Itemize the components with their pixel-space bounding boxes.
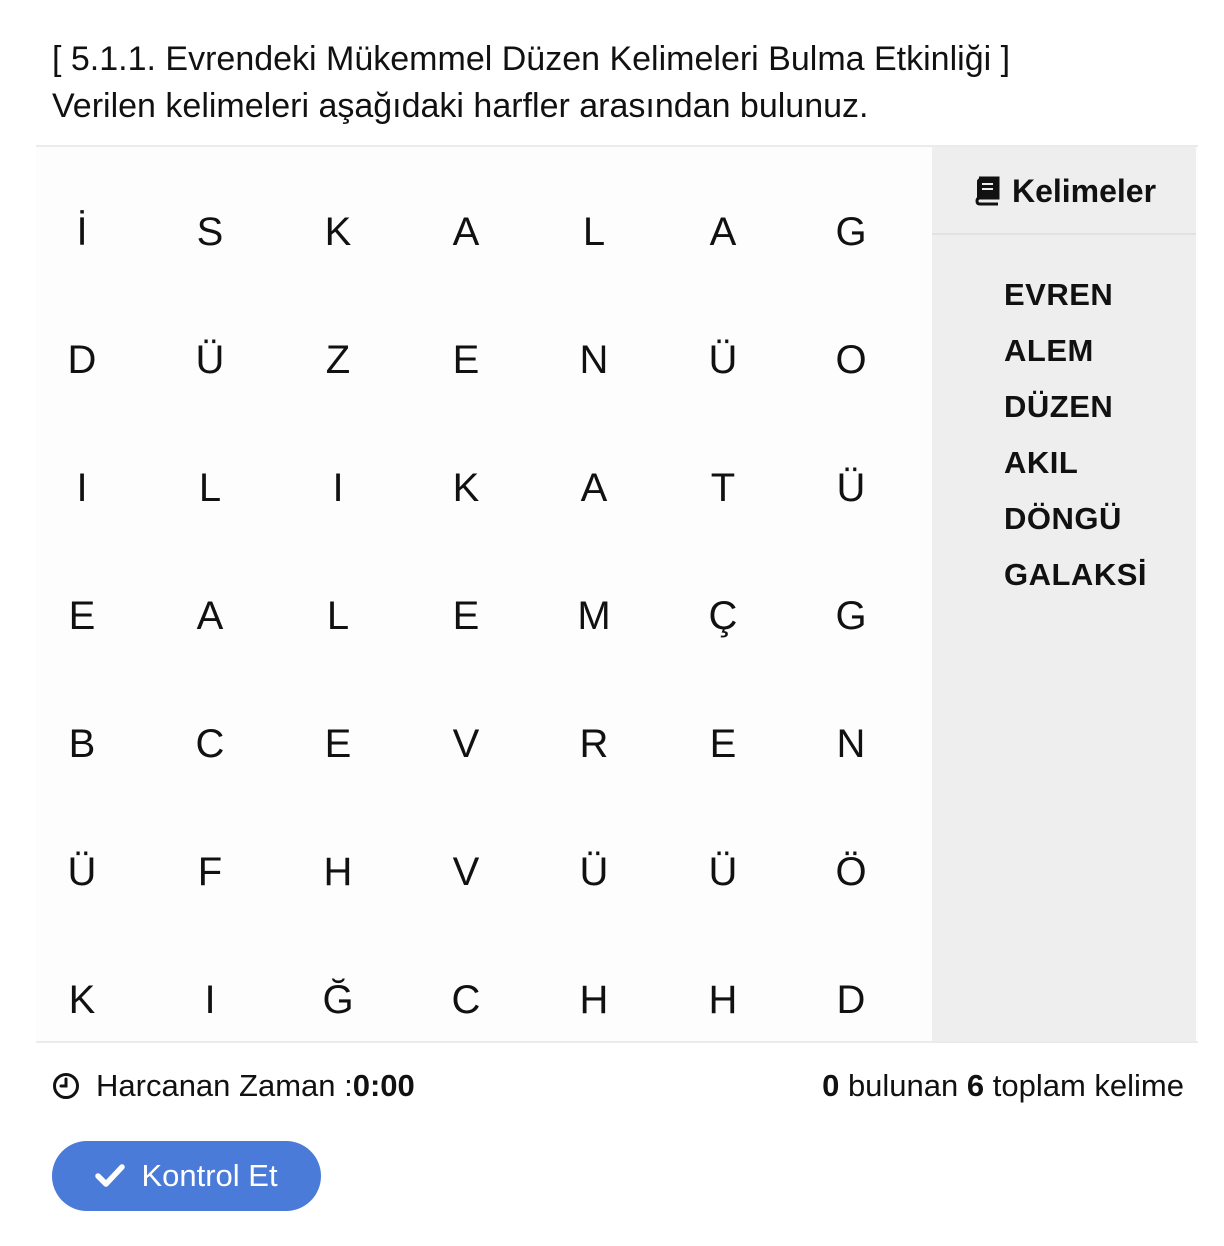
grid-cell[interactable]: A <box>426 192 506 272</box>
grid-cell[interactable]: M <box>554 576 634 656</box>
word-list: EVREN ALEM DÜZEN AKIL DÖNGÜ GALAKSİ <box>1004 267 1147 603</box>
grid-cell[interactable]: S <box>170 192 250 272</box>
grid-cell[interactable]: L <box>554 192 634 272</box>
grid-cell[interactable]: I <box>170 960 250 1040</box>
grid-cell[interactable]: G <box>811 576 891 656</box>
word-list-panel: Kelimeler EVREN ALEM DÜZEN AKIL DÖNGÜ GALAKSİ <box>932 147 1196 1041</box>
word-list-header: Kelimeler <box>932 147 1196 235</box>
check-icon <box>95 1164 126 1187</box>
grid-cell[interactable]: Ü <box>683 320 763 400</box>
grid-cell[interactable]: I <box>298 448 378 528</box>
grid-cell[interactable]: H <box>554 960 634 1040</box>
grid-cell[interactable]: Ü <box>554 832 634 912</box>
total-count: 6 <box>966 1068 985 1103</box>
grid-cell[interactable]: L <box>298 576 378 656</box>
grid-cell[interactable]: K <box>298 192 378 272</box>
grid-cell[interactable]: C <box>426 960 506 1040</box>
grid-cell[interactable]: Ö <box>811 832 891 912</box>
page-header: [ 5.1.1. Evrendeki Mükemmel Düzen Kelime… <box>52 36 1192 130</box>
word-item: DÖNGÜ <box>1004 501 1122 536</box>
total-label: toplam kelime <box>984 1068 1184 1103</box>
grid-cell[interactable]: Ü <box>42 832 122 912</box>
grid-cell[interactable]: E <box>683 704 763 784</box>
clock-icon <box>53 1073 79 1099</box>
grid-cell[interactable]: H <box>298 832 378 912</box>
grid-cell[interactable]: V <box>426 832 506 912</box>
grid-cell[interactable]: Ğ <box>298 960 378 1040</box>
word-item: DÜZEN <box>1004 389 1114 424</box>
check-button-label: Kontrol Et <box>141 1158 278 1193</box>
timer-label: Harcanan Zaman : <box>96 1068 353 1103</box>
grid-cell[interactable]: L <box>170 448 250 528</box>
word-item: AKIL <box>1004 445 1079 480</box>
word-count: 0 bulunan 6 toplam kelime <box>822 1062 1184 1110</box>
grid-cell[interactable]: Z <box>298 320 378 400</box>
grid-cell[interactable]: O <box>811 320 891 400</box>
grid-cell[interactable]: B <box>42 704 122 784</box>
activity-instruction: Verilen kelimeleri aşağıdaki harfler ara… <box>52 87 869 125</box>
grid-cell[interactable]: Ü <box>683 832 763 912</box>
grid-cell[interactable]: K <box>42 960 122 1040</box>
grid-cell[interactable]: N <box>811 704 891 784</box>
puzzle-board: İSKALAGDÜZENÜOILIKATÜEALEMÇGBCEVRENÜFHVÜ… <box>36 145 1198 1043</box>
grid-cell[interactable]: Ü <box>811 448 891 528</box>
status-bar: Harcanan Zaman : 0:00 0 bulunan 6 toplam… <box>52 1062 1184 1110</box>
grid-cell[interactable]: K <box>426 448 506 528</box>
grid-cell[interactable]: N <box>554 320 634 400</box>
check-button[interactable]: Kontrol Et <box>52 1141 321 1211</box>
found-count: 0 <box>822 1068 840 1103</box>
found-label: bulunan <box>839 1068 967 1103</box>
timer-value: 0:00 <box>352 1068 415 1103</box>
book-icon <box>975 176 1000 206</box>
grid-cell[interactable]: D <box>42 320 122 400</box>
grid-cell[interactable]: D <box>811 960 891 1040</box>
grid-cell[interactable]: E <box>426 320 506 400</box>
grid-cell[interactable]: E <box>426 576 506 656</box>
grid-cell[interactable]: İ <box>42 192 122 272</box>
grid-cell[interactable]: Ç <box>683 576 763 656</box>
grid-cell[interactable]: A <box>554 448 634 528</box>
grid-cell[interactable]: F <box>170 832 250 912</box>
word-item: GALAKSİ <box>1004 557 1147 592</box>
grid-cell[interactable]: A <box>683 192 763 272</box>
word-item: ALEM <box>1004 333 1094 368</box>
grid-cell[interactable]: R <box>554 704 634 784</box>
grid-cell[interactable]: H <box>683 960 763 1040</box>
letter-grid: İSKALAGDÜZENÜOILIKATÜEALEMÇGBCEVRENÜFHVÜ… <box>36 147 932 1043</box>
grid-cell[interactable]: V <box>426 704 506 784</box>
grid-cell[interactable]: E <box>298 704 378 784</box>
word-item: EVREN <box>1004 277 1114 312</box>
activity-title: [ 5.1.1. Evrendeki Mükemmel Düzen Kelime… <box>52 40 1011 78</box>
grid-cell[interactable]: G <box>811 192 891 272</box>
grid-cell[interactable]: Ü <box>170 320 250 400</box>
word-list-title: Kelimeler <box>1011 172 1157 209</box>
grid-cell[interactable]: T <box>683 448 763 528</box>
timer: Harcanan Zaman : 0:00 <box>52 1062 415 1110</box>
grid-cell[interactable]: C <box>170 704 250 784</box>
grid-cell[interactable]: A <box>170 576 250 656</box>
grid-cell[interactable]: I <box>42 448 122 528</box>
grid-cell[interactable]: E <box>42 576 122 656</box>
